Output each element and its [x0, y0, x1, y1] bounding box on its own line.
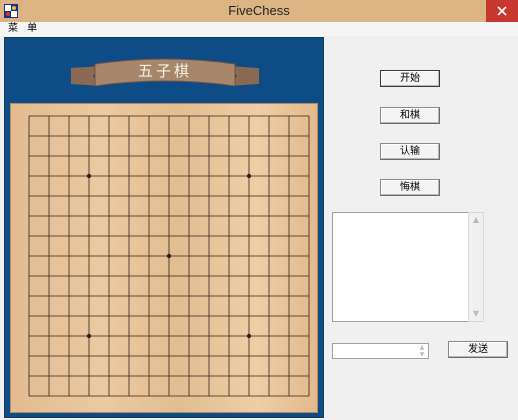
board-grid[interactable] [11, 104, 317, 412]
game-board[interactable] [10, 103, 318, 413]
star-point [86, 333, 92, 339]
message-spinner[interactable]: ▲ ▼ [416, 344, 428, 358]
star-point [246, 173, 252, 179]
chat-log[interactable] [332, 212, 484, 322]
message-input-box: ▲ ▼ [332, 343, 429, 359]
close-icon [497, 6, 507, 16]
star-point [166, 253, 172, 259]
menu-item-main[interactable]: 菜 单 [8, 22, 40, 36]
window-title: FiveChess [228, 3, 290, 18]
star-point [246, 333, 252, 339]
title-bar: FiveChess [0, 0, 518, 22]
draw-button[interactable]: 和棋 [380, 107, 440, 124]
resign-button[interactable]: 认输 [380, 143, 440, 160]
banner-title: 五子棋 [137, 62, 192, 80]
star-point [86, 173, 92, 179]
board-frame: 五子棋 [4, 37, 324, 418]
spin-down-icon[interactable]: ▼ [416, 351, 428, 358]
spin-up-icon[interactable]: ▲ [416, 344, 428, 351]
send-button[interactable]: 发送 [448, 341, 508, 358]
scroll-up-icon[interactable]: ▲ [469, 213, 483, 227]
message-input[interactable] [333, 344, 419, 358]
menu-bar: 菜 单 [0, 22, 518, 36]
undo-button[interactable]: 悔棋 [380, 179, 440, 196]
scroll-down-icon[interactable]: ▼ [469, 307, 483, 321]
close-button[interactable] [486, 0, 518, 22]
start-button[interactable]: 开始 [380, 70, 440, 87]
chat-scrollbar[interactable]: ▲ ▼ [468, 212, 484, 322]
